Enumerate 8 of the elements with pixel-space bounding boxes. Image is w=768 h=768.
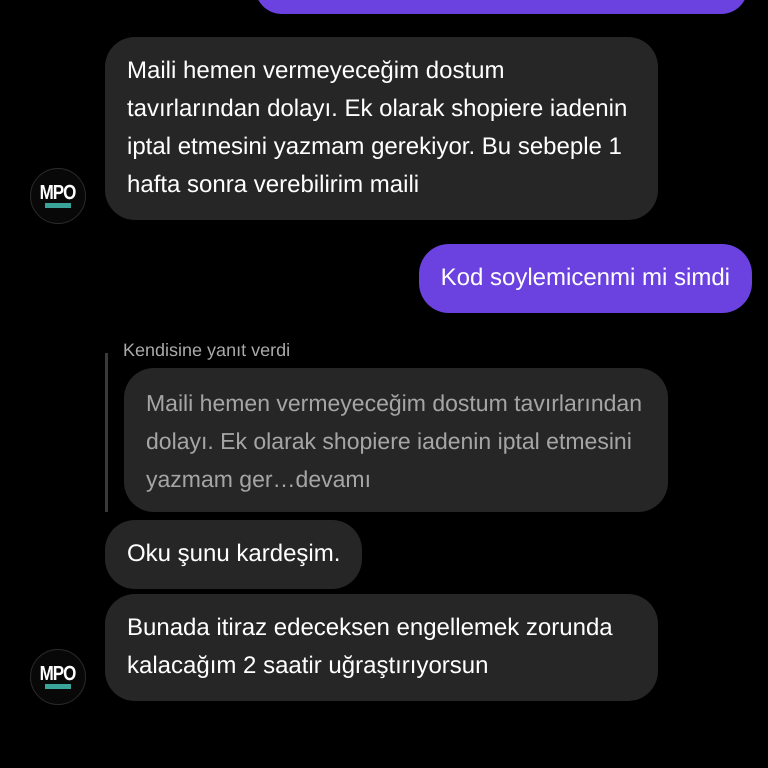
message-bubble: Bunada itiraz edeceksen engellemek zorunda kalacağım 2 saatir uğraştırıyorsun [105, 594, 658, 701]
message-bubble: Kod soylemicenmi mi simdi [418, 244, 752, 313]
avatar-logo[interactable]: MPO [30, 168, 86, 224]
quoted-message[interactable]: Maili hemen vermeyeceğim dostum tavırlarından dolayı. Ek olarak shopiere iadenin iptal etmesini yazmam ger…devamı [124, 368, 668, 512]
reply-label: Kendisine yanıt verdi [123, 339, 292, 361]
avatar-logo[interactable]: MPO [30, 649, 86, 705]
message-bubble: Maili hemen vermeyeceğim dostum tavırlarından dolayı. Ek olarak shopiere iadenin iptal etmesini yazmam gerekiyor. Bu sebeple 1 hafta sonra verebilirim maili [105, 37, 658, 220]
message-bubble: Oku şunu kardeşim. [105, 520, 362, 589]
